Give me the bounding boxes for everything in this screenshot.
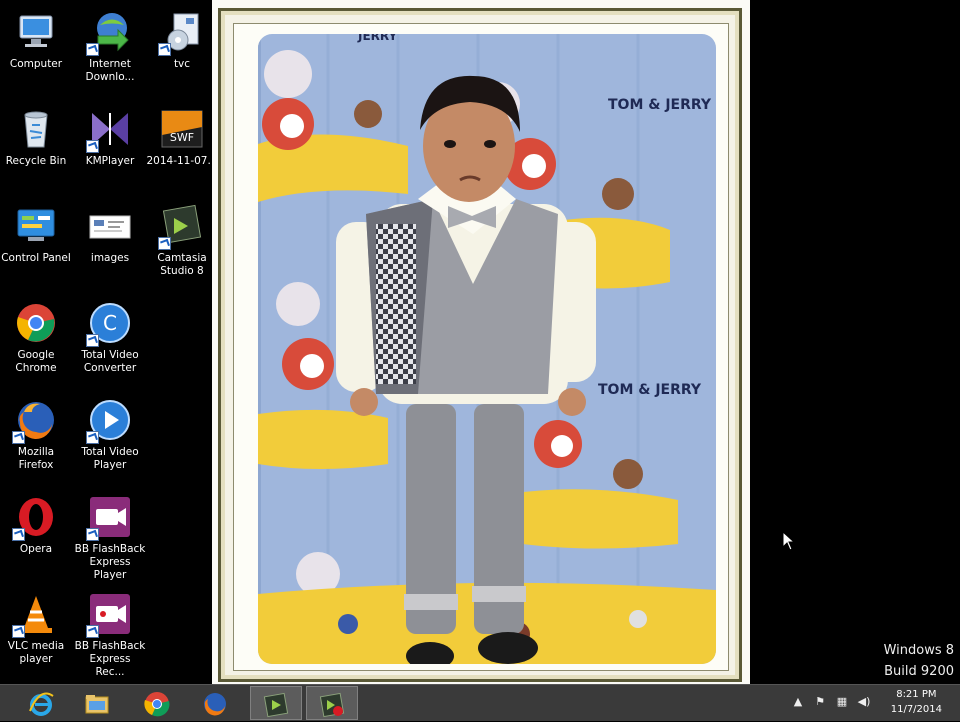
- camtasia-recorder-icon: [319, 692, 345, 718]
- shortcut-arrow-icon: [86, 431, 99, 444]
- taskbar-internet-explorer[interactable]: [16, 686, 68, 720]
- images-folder-icon: [88, 204, 132, 248]
- internet-explorer-icon: [28, 691, 54, 717]
- taskbar-mozilla-firefox[interactable]: [190, 686, 242, 720]
- shortcut-arrow-icon: [12, 528, 25, 541]
- swf-badge-text: SWF: [170, 131, 194, 144]
- watermark-build: Build 9200: [884, 664, 954, 679]
- mouse-cursor-icon: [782, 530, 796, 551]
- firefox-icon: [12, 398, 58, 444]
- clock-time: 8:21 PM: [896, 689, 937, 700]
- desktop-icon-recycle-bin[interactable]: Recycle Bin: [0, 101, 72, 185]
- backdrop-text-2: TOM & JERRY: [598, 382, 702, 398]
- desktop-icon-total-video-converter[interactable]: C Total Video Converter: [74, 295, 146, 379]
- chrome-icon: [14, 301, 58, 345]
- desktop-icon-computer[interactable]: Computer: [0, 4, 72, 88]
- video-converter-icon: C: [86, 301, 132, 347]
- photo-image[interactable]: TOM & JERRY TOM & JERRY JERRY: [258, 34, 716, 664]
- desktop-icon-google-chrome[interactable]: Google Chrome: [0, 295, 72, 379]
- firefox-icon: [202, 691, 228, 717]
- taskbar-file-explorer[interactable]: [72, 686, 124, 720]
- system-tray: ▲ ⚑ ▦ ◀) 8:21 PM 11/7/2014: [785, 685, 960, 721]
- vlc-icon: [12, 592, 58, 638]
- file-explorer-icon: [84, 691, 110, 717]
- flashback-recorder-icon: [86, 592, 132, 638]
- clock-date: 11/7/2014: [890, 704, 942, 715]
- taskbar-camtasia-studio[interactable]: [250, 686, 302, 720]
- svg-text:C: C: [103, 311, 117, 335]
- desktop-icon-images[interactable]: images: [74, 198, 146, 282]
- download-manager-icon: [86, 10, 132, 56]
- computer-icon: [14, 10, 58, 54]
- shortcut-arrow-icon: [158, 43, 171, 56]
- photo-frame: TOM & JERRY TOM & JERRY JERRY: [218, 8, 742, 682]
- opera-icon: [12, 495, 58, 541]
- shortcut-arrow-icon: [86, 334, 99, 347]
- shortcut-arrow-icon: [86, 43, 99, 56]
- shortcut-arrow-icon: [86, 140, 99, 153]
- taskbar-clock[interactable]: 8:21 PM 11/7/2014: [891, 687, 942, 717]
- swf-file-icon: SWF: [160, 107, 204, 151]
- desktop-icon-control-panel[interactable]: Control Panel: [0, 198, 72, 282]
- shortcut-arrow-icon: [12, 625, 25, 638]
- backdrop-text-1: TOM & JERRY: [608, 97, 712, 113]
- network-icon[interactable]: ▦: [835, 695, 849, 709]
- video-player-icon: [86, 398, 132, 444]
- control-panel-icon: [14, 204, 58, 248]
- shortcut-arrow-icon: [12, 431, 25, 444]
- chrome-icon: [144, 691, 170, 717]
- desktop-icon-total-video-player[interactable]: Total Video Player: [74, 392, 146, 476]
- taskbar: ▲ ⚑ ▦ ◀) 8:21 PM 11/7/2014: [0, 684, 960, 721]
- windows-build-watermark: Windows 8 Build 9200: [884, 640, 954, 682]
- photo-mount: TOM & JERRY TOM & JERRY JERRY: [233, 23, 729, 671]
- desktop-icon-bb-flashback-recorder[interactable]: BB FlashBack Express Rec...: [74, 586, 146, 678]
- backdrop-text-3: JERRY: [357, 34, 397, 43]
- recycle-bin-icon: [14, 107, 58, 151]
- desktop-icon-camtasia-studio[interactable]: Camtasia Studio 8: [146, 198, 218, 282]
- desktop-icon-vlc-media-player[interactable]: VLC media player: [0, 586, 72, 670]
- desktop-icon-internet-download-manager[interactable]: Internet Downlo...: [74, 4, 146, 88]
- show-hidden-icons-chevron-icon[interactable]: ▲: [791, 695, 805, 709]
- action-center-flag-icon[interactable]: ⚑: [813, 695, 827, 709]
- photo-viewer-window[interactable]: TOM & JERRY TOM & JERRY JERRY: [212, 0, 750, 684]
- desktop-icon-mozilla-firefox[interactable]: Mozilla Firefox: [0, 392, 72, 476]
- shortcut-arrow-icon: [86, 528, 99, 541]
- desktop-icon-tvc[interactable]: tvc: [146, 4, 218, 88]
- desktop-icon-opera[interactable]: Opera: [0, 489, 72, 573]
- flashback-player-icon: [86, 495, 132, 541]
- watermark-os-name: Windows 8: [883, 643, 954, 658]
- shortcut-arrow-icon: [86, 625, 99, 638]
- taskbar-camtasia-recorder[interactable]: [306, 686, 358, 720]
- installer-icon: [158, 10, 204, 56]
- desktop-icon-kmplayer[interactable]: KMPlayer: [74, 101, 146, 185]
- desktop-icon-swf-file[interactable]: SWF 2014-11-07...: [146, 101, 218, 185]
- taskbar-google-chrome[interactable]: [132, 686, 184, 720]
- camtasia-studio-icon: [263, 692, 289, 718]
- kmplayer-icon: [86, 107, 132, 153]
- desktop[interactable]: Computer Internet Downlo... tvc Recycle …: [0, 0, 960, 684]
- volume-icon[interactable]: ◀): [857, 695, 871, 709]
- desktop-icon-bb-flashback-player[interactable]: BB FlashBack Express Player: [74, 489, 146, 581]
- camtasia-studio-icon: [158, 204, 204, 250]
- shortcut-arrow-icon: [158, 237, 171, 250]
